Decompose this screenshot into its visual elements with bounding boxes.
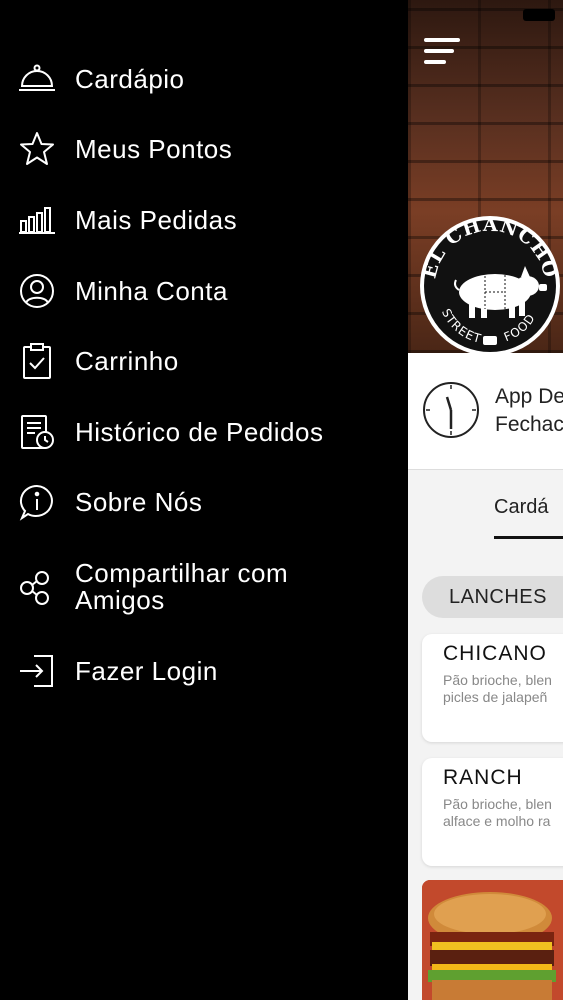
menu-item-carrinho[interactable]: Carrinho [0,340,408,382]
menu-item-mais-pedidas[interactable]: Mais Pedidas [0,199,408,241]
user-circle-icon [17,271,57,311]
login-icon [17,651,57,691]
menu-label: Cardápio [75,63,185,94]
menu-item-cardapio[interactable]: Cardápio [0,58,408,100]
menu-label: Histórico de Pedidos [75,416,324,447]
product-card[interactable]: RANCH Pão brioche, blen alface e molho r… [422,758,563,866]
clock-icon [422,381,480,439]
info-icon [17,482,57,522]
product-card[interactable]: CHICANO Pão brioche, blen picles de jala… [422,634,563,742]
cloche-icon [17,59,57,99]
burger-image[interactable] [422,880,563,1000]
menu-item-compartilhar[interactable]: Compartilhar com Amigos [0,560,408,616]
side-drawer: Cardápio Meus Pontos Mais Pedidas Minha … [0,0,408,1000]
menu-label: Compartilhar com Amigos [75,558,289,615]
menu-label: Meus Pontos [75,133,233,164]
product-description: Pão brioche, blen alface e molho ra [443,796,552,829]
tab-active-indicator [494,536,563,539]
menu-item-minha-conta[interactable]: Minha Conta [0,270,408,312]
bar-chart-icon [17,200,57,240]
product-name: RANCH [443,766,523,789]
clipboard-check-icon [17,341,57,381]
menu-label: Mais Pedidas [75,204,238,235]
share-icon [17,568,57,608]
hamburger-menu-button[interactable] [424,36,460,68]
star-icon [17,129,57,169]
product-name: CHICANO [443,642,547,665]
restaurant-logo: EL CHANCHO STREET FOOD [417,214,563,356]
menu-label: Minha Conta [75,275,228,306]
menu-item-sobre-nos[interactable]: Sobre Nós [0,481,408,523]
menu-item-historico-pedidos[interactable]: Histórico de Pedidos [0,411,408,453]
menu-label: Sobre Nós [75,486,203,517]
menu-item-meus-pontos[interactable]: Meus Pontos [0,128,408,170]
tab-cardapio[interactable]: Cardá [494,496,548,519]
order-history-icon [17,412,57,452]
opening-status-text: App De Fechac [495,385,563,436]
opening-hours-card[interactable]: App De Fechac [408,353,563,470]
category-chip-lanches[interactable]: LANCHES [422,576,563,618]
menu-label: Fazer Login [75,655,218,686]
main-content: EL CHANCHO STREET FOOD App De Fechac Car… [408,0,563,1000]
menu-label: Carrinho [75,345,179,376]
product-description: Pão brioche, blen picles de jalapeñ [443,672,552,705]
status-indicator [523,9,555,21]
menu-item-fazer-login[interactable]: Fazer Login [0,650,408,692]
